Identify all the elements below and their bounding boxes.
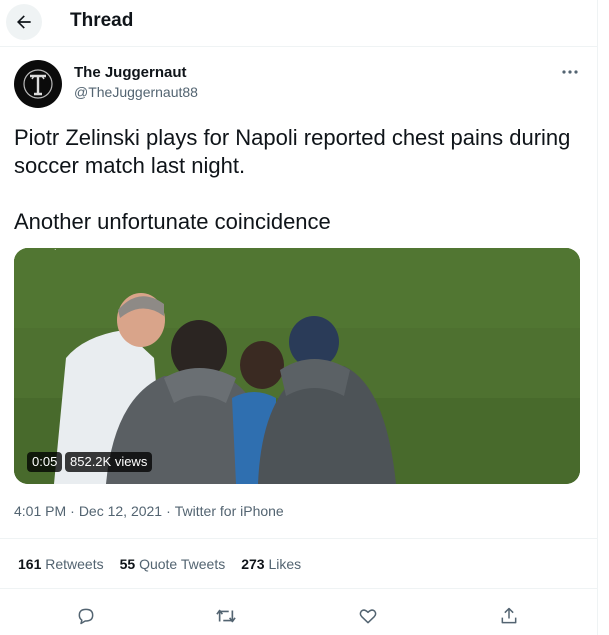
video-thumbnail: . [14,248,580,484]
juggernaut-logo-icon [23,69,53,99]
retweets-count: 161 [18,556,42,572]
retweet-button[interactable] [208,601,244,631]
thread-header: Thread [0,0,598,46]
tweet-date[interactable]: Dec 12, 2021 [79,503,162,519]
author-name[interactable]: The Juggernaut [74,64,187,81]
reply-icon [78,608,94,625]
tweet-time[interactable]: 4:01 PM [14,503,66,519]
reply-button[interactable] [68,601,104,631]
right-border [597,0,598,635]
tweet-text-line: Another unfortunate coincidence [14,209,331,234]
retweets-stat[interactable]: 161 Retweets [18,556,104,572]
share-icon [501,607,517,624]
more-options-button[interactable] [558,62,582,82]
share-button[interactable] [491,601,527,631]
back-button[interactable] [6,4,42,40]
retweets-label: Retweets [45,556,104,572]
tweet-meta: 4:01 PM · Dec 12, 2021 · Twitter for iPhone [14,503,284,519]
meta-divider [0,538,598,539]
like-icon [359,609,377,624]
author-handle[interactable]: @TheJuggernaut88 [74,84,198,100]
video-player[interactable]: . [14,248,580,484]
quote-tweets-stat[interactable]: 55 Quote Tweets [120,556,226,572]
more-icon [562,70,578,74]
avatar[interactable] [14,60,62,108]
tweet-source[interactable]: Twitter for iPhone [175,503,284,519]
header-divider [0,46,598,47]
tweet-stats: 161 Retweets 55 Quote Tweets 273 Likes [18,556,317,572]
video-views: 852.2K views [65,452,153,472]
meta-separator: · [70,503,75,519]
meta-separator: · [166,503,171,519]
quote-tweets-count: 55 [119,556,136,572]
tweet-text: Piotr Zelinski plays for Napoli reported… [14,124,584,236]
page-title: Thread [70,10,134,31]
retweet-icon [216,609,236,623]
arrow-left-icon [17,15,31,29]
stats-divider [0,588,598,589]
likes-label: Likes [268,556,302,572]
likes-stat[interactable]: 273 Likes [241,556,301,572]
svg-text:.: . [54,248,57,252]
video-duration: 0:05 [27,452,63,472]
quote-tweets-label: Quote Tweets [139,556,226,572]
tweet-text-line: Piotr Zelinski plays for Napoli reported… [14,125,571,178]
likes-count: 273 [241,556,265,572]
like-button[interactable] [350,601,386,631]
